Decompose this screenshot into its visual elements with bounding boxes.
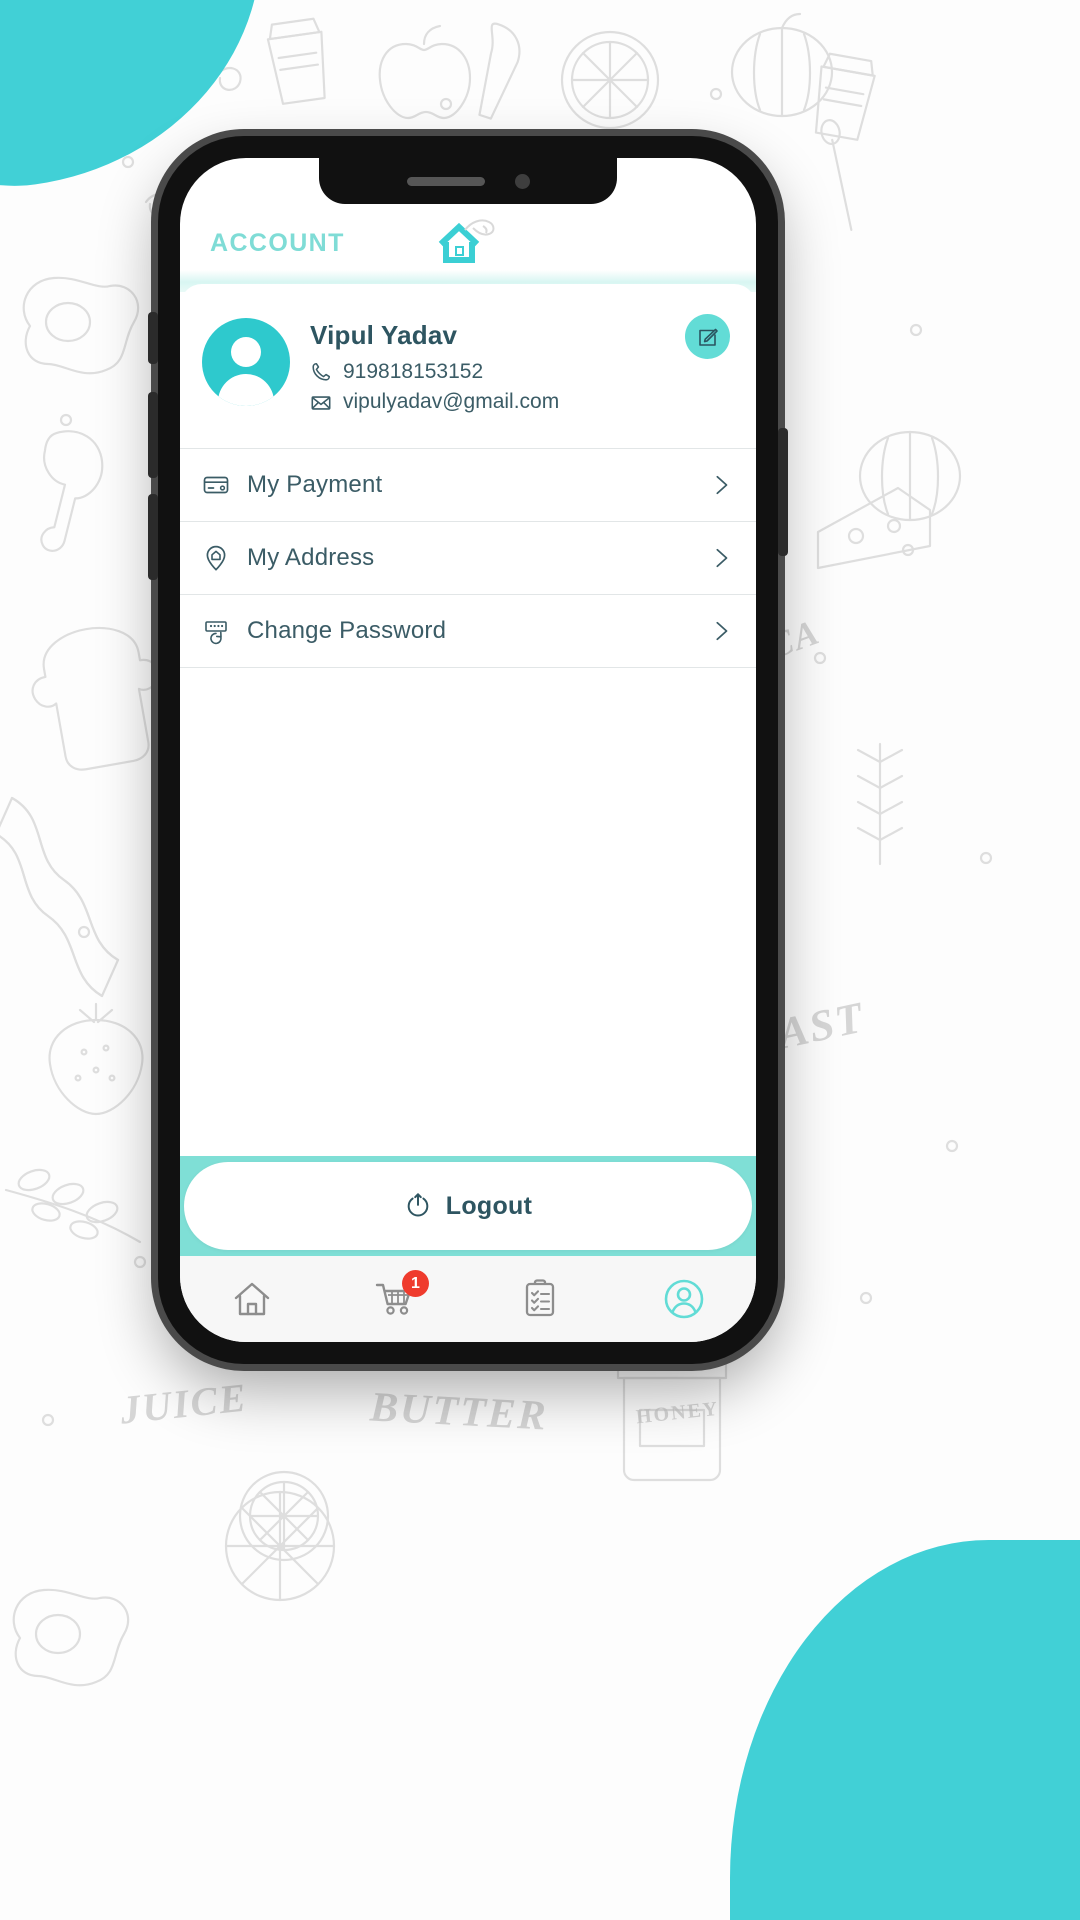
phone-screen: ACCOUNT Vipul Yadav 919818153152 vipulya… [180,158,756,1342]
volume-up-button[interactable] [148,392,158,478]
avatar-body [218,374,274,406]
phone-number: 919818153152 [343,360,484,383]
avatar-head [231,337,261,367]
volume-down-button[interactable] [148,494,158,580]
menu-item-label: My Payment [247,470,383,498]
home-icon [234,1282,270,1316]
cart-badge: 1 [402,1270,429,1297]
location-pin-icon [202,544,230,572]
screen-content: Vipul Yadav 919818153152 vipulyadav@gmai… [180,270,756,1256]
chevron-right-icon [716,475,728,494]
house-logo-icon [438,219,495,263]
phone-mockup: ACCOUNT Vipul Yadav 919818153152 vipulya… [148,136,788,1364]
logout-panel: Logout [180,1156,756,1256]
edit-profile-button[interactable] [685,314,730,359]
email-address: vipulyadav@gmail.com [343,390,560,414]
menu-item-label: Change Password [247,616,447,644]
account-sheet: Vipul Yadav 919818153152 vipulyadav@gmai… [180,284,756,1256]
user-name: Vipul Yadav [310,320,458,350]
mute-switch[interactable] [148,312,158,364]
menu-item-my-payment[interactable]: My Payment [180,449,756,522]
power-button[interactable] [778,428,788,556]
page-title: ACCOUNT [210,229,345,257]
menu-item-change-password[interactable]: Change Password [180,595,756,668]
edit-pencil-icon [698,328,718,346]
chevron-right-icon [716,548,728,567]
credit-card-icon [202,471,230,499]
nav-item-cart[interactable]: 1 [324,1256,468,1342]
bottom-navigation-bar: 1 [180,1256,756,1342]
menu-item-label: My Address [247,543,375,571]
account-menu-list: My Payment My Address Change Password [180,447,756,668]
earpiece-speaker [406,176,485,186]
nav-item-orders[interactable] [468,1256,612,1342]
nav-item-home[interactable] [180,1256,324,1342]
chevron-right-icon [716,621,728,640]
logout-label: Logout [445,1191,533,1220]
avatar [202,318,290,406]
menu-item-my-address[interactable]: My Address [180,522,756,595]
front-camera [514,173,530,189]
profile-card: Vipul Yadav 919818153152 vipulyadav@gmai… [180,284,756,448]
clipboard-icon [525,1279,555,1317]
password-reset-icon [202,617,230,645]
email-row: vipulyadav@gmail.com [310,387,730,417]
profile-icon [664,1279,704,1319]
logout-button[interactable]: Logout [184,1162,752,1250]
doodle-word-butter: BUTTER [368,1384,549,1440]
envelope-icon [311,395,331,410]
nav-item-account[interactable] [612,1256,756,1342]
power-icon [407,1193,429,1217]
phone-row: 919818153152 [310,357,730,387]
phone-icon [312,363,331,381]
profile-info: Vipul Yadav 919818153152 vipulyadav@gmai… [310,318,730,418]
notch [319,158,617,204]
